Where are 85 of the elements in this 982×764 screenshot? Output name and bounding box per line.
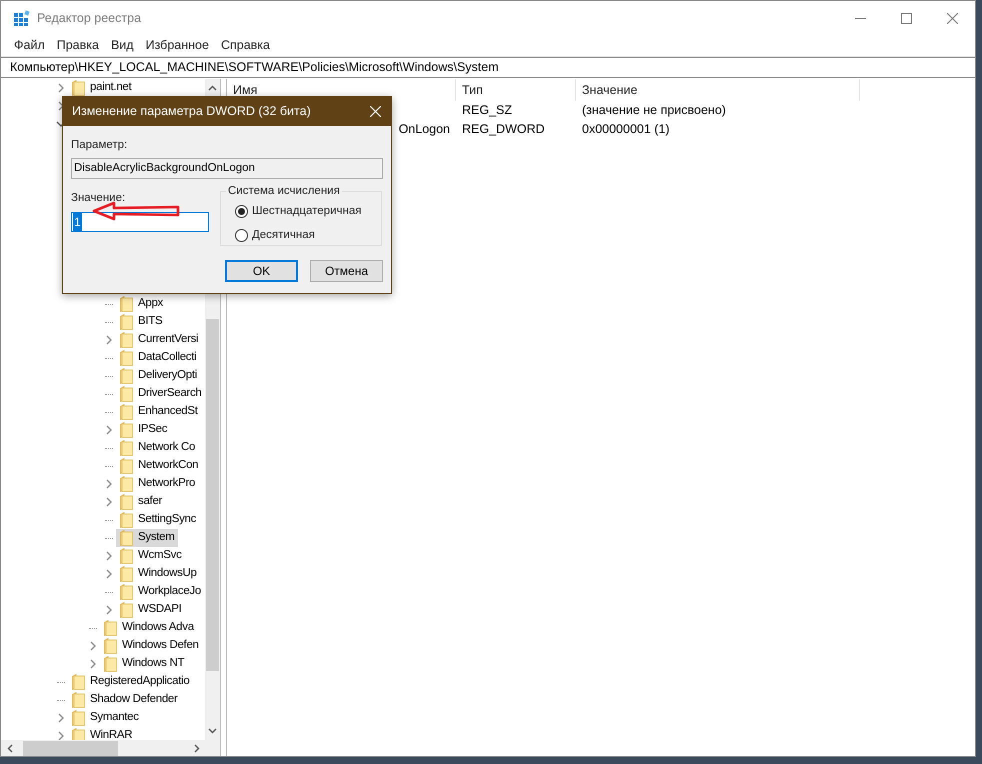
folder-icon: [72, 710, 85, 726]
menu-item[interactable]: Вид: [104, 36, 140, 55]
dialog-button[interactable]: Отмена: [310, 260, 383, 282]
tree-item[interactable]: WorkplaceJo: [116, 583, 204, 601]
folder-icon: [120, 512, 133, 528]
close-icon: [946, 12, 958, 24]
radio-option[interactable]: Шестнадцатеричная: [235, 203, 381, 220]
scroll-left-icon[interactable]: [7, 744, 13, 753]
tree-item[interactable]: Windows NT: [100, 655, 188, 673]
menu-item[interactable]: Избранное: [140, 36, 215, 55]
tree-item[interactable]: NetworkCon: [116, 457, 202, 475]
scroll-right-icon[interactable]: [194, 744, 200, 753]
tree-item[interactable]: WcmSvc: [116, 547, 185, 565]
folder-icon: [120, 530, 133, 546]
field-label: Значение:: [71, 191, 126, 206]
scrollbar-thumb[interactable]: [206, 319, 219, 671]
tree-item[interactable]: Shadow Defender: [68, 691, 181, 709]
tree-item[interactable]: Network Co: [116, 439, 198, 457]
scroll-down-icon[interactable]: [208, 728, 217, 734]
tree-item[interactable]: Windows Adva: [100, 619, 197, 637]
folder-icon: [72, 80, 85, 96]
folder-icon: [120, 314, 133, 330]
menu-item[interactable]: Правка: [50, 36, 105, 55]
tree-item[interactable]: EnhancedSt: [116, 403, 201, 421]
tree-item[interactable]: DriverSearch: [116, 385, 205, 403]
dialog-title: Изменение параметра DWORD (32 бита): [72, 103, 311, 120]
folder-icon: [120, 350, 133, 366]
folder-icon: [120, 422, 133, 438]
tree-item[interactable]: DeliveryOpti: [116, 367, 200, 385]
scrollbar-thumb[interactable]: [23, 741, 118, 756]
folder-icon: [104, 638, 117, 654]
folder-icon: [120, 458, 133, 474]
folder-icon: [72, 674, 85, 690]
folder-icon: [120, 602, 133, 618]
tree-item[interactable]: RegisteredApplicatio: [68, 673, 192, 691]
tree-item[interactable]: SettingSync: [116, 511, 200, 529]
folder-icon: [120, 494, 133, 510]
column-header[interactable]: Тип: [456, 79, 576, 101]
folder-icon: [120, 584, 133, 600]
tree-item[interactable]: Windows Defen: [100, 637, 202, 655]
folder-icon: [120, 548, 133, 564]
scroll-up-icon[interactable]: [208, 85, 217, 91]
tree-item[interactable]: safer: [116, 493, 166, 511]
menu-item[interactable]: Файл: [8, 36, 51, 55]
tree-item[interactable]: IPSec: [116, 421, 170, 439]
folder-icon: [120, 440, 133, 456]
table-cell-text: OnLogon: [398, 121, 450, 138]
parameter-field[interactable]: DisableAcrylicBackgroundOnLogon: [71, 158, 383, 180]
folder-icon: [120, 386, 133, 402]
table-cell-text: (значение не присвоено): [581, 102, 727, 120]
close-icon: [370, 106, 380, 117]
tree-item[interactable]: Symantec: [68, 709, 142, 727]
table-cell-text: 0x00000001 (1): [581, 121, 671, 138]
dialog-button[interactable]: OK: [225, 260, 298, 282]
folder-icon: [104, 620, 117, 636]
column-header[interactable]: Значение: [576, 79, 860, 101]
tree-item[interactable]: NetworkPro: [116, 475, 198, 493]
tree-item[interactable]: WindowsUp: [116, 565, 200, 583]
tree-item[interactable]: DataCollecti: [116, 349, 200, 367]
tree-item[interactable]: Appx: [116, 295, 166, 313]
tree-item[interactable]: CurrentVersi: [116, 331, 202, 349]
folder-icon: [120, 404, 133, 420]
table-cell-text: REG_SZ: [461, 102, 514, 120]
value-field[interactable]: 1: [71, 212, 209, 232]
folder-icon: [120, 476, 133, 492]
radio-option[interactable]: Десятичная: [235, 226, 381, 244]
table-cell-text: REG_DWORD: [461, 121, 546, 138]
folder-icon: [120, 332, 133, 348]
tree-item[interactable]: System: [116, 529, 178, 547]
folder-icon: [72, 728, 85, 740]
maximize-icon: [900, 12, 912, 24]
folder-icon: [120, 296, 133, 312]
tree-item[interactable]: WSDAPI: [116, 601, 185, 619]
folder-icon: [104, 656, 117, 672]
folder-icon: [120, 368, 133, 384]
registry-app-icon: [14, 10, 30, 26]
folder-icon: [120, 566, 133, 582]
tree-item[interactable]: BITS: [116, 313, 166, 331]
menu-item[interactable]: Справка: [214, 36, 276, 55]
window-title: Редактор реестра: [37, 10, 142, 27]
field-label: Параметр:: [71, 138, 128, 153]
tree-item[interactable]: paint.net: [68, 79, 134, 97]
folder-icon: [72, 692, 85, 708]
horizontal-scrollbar[interactable]: [1, 740, 220, 756]
address-bar[interactable]: Компьютер\HKEY_LOCAL_MACHINE\SOFTWARE\Policies\Microsoft\Windows\System: [1, 57, 975, 78]
